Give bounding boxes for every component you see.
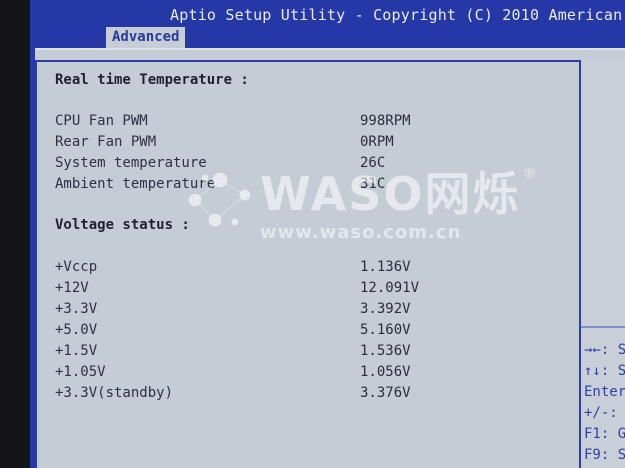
voltage-value: 1.536V (360, 343, 411, 359)
help-line: +/-: C (584, 405, 625, 421)
main-panel: Real time Temperature : CPU Fan PWM 998R… (35, 48, 625, 468)
voltage-value: 12.091V (360, 280, 420, 296)
bios-title: Aptio Setup Utility - Copyright (C) 2010… (170, 6, 625, 24)
sensor-label: Ambient temperature (55, 176, 216, 192)
help-separator (581, 326, 625, 328)
sensor-label: CPU Fan PWM (55, 113, 148, 129)
help-line: F1: Ge (584, 426, 625, 442)
voltage-label: +3.3V(standby) (55, 385, 174, 401)
tab-advanced[interactable]: Advanced (106, 27, 186, 48)
bios-screen: Aptio Setup Utility - Copyright (C) 2010… (30, 0, 625, 468)
voltage-label: +3.3V (55, 301, 98, 317)
voltage-value: 3.392V (360, 301, 411, 317)
voltage-label: +1.05V (55, 364, 106, 380)
sensor-value: 31C (360, 176, 386, 192)
voltage-value: 3.376V (360, 385, 411, 401)
voltage-value: 1.136V (360, 259, 411, 275)
voltage-value: 1.056V (360, 364, 411, 380)
voltage-value: 5.160V (360, 322, 411, 338)
voltage-label: +1.5V (55, 343, 98, 359)
sensor-value: 0RPM (360, 134, 394, 150)
sensor-value: 26C (360, 155, 386, 171)
help-line: ↑↓: Se (584, 363, 625, 379)
monitor-bezel (0, 0, 30, 468)
temperature-heading: Real time Temperature : (55, 72, 249, 88)
sensor-value: 998RPM (360, 113, 411, 129)
help-line: F9: Se (584, 447, 625, 463)
sensor-label: Rear Fan PWM (55, 134, 157, 150)
help-line: →←: Se (584, 342, 625, 358)
help-line: Enter: (584, 384, 625, 400)
sensor-label: System temperature (55, 155, 207, 171)
voltage-label: +12V (55, 280, 89, 296)
voltage-label: +Vccp (55, 259, 98, 275)
voltage-label: +5.0V (55, 322, 98, 338)
voltage-heading: Voltage status : (55, 217, 190, 233)
